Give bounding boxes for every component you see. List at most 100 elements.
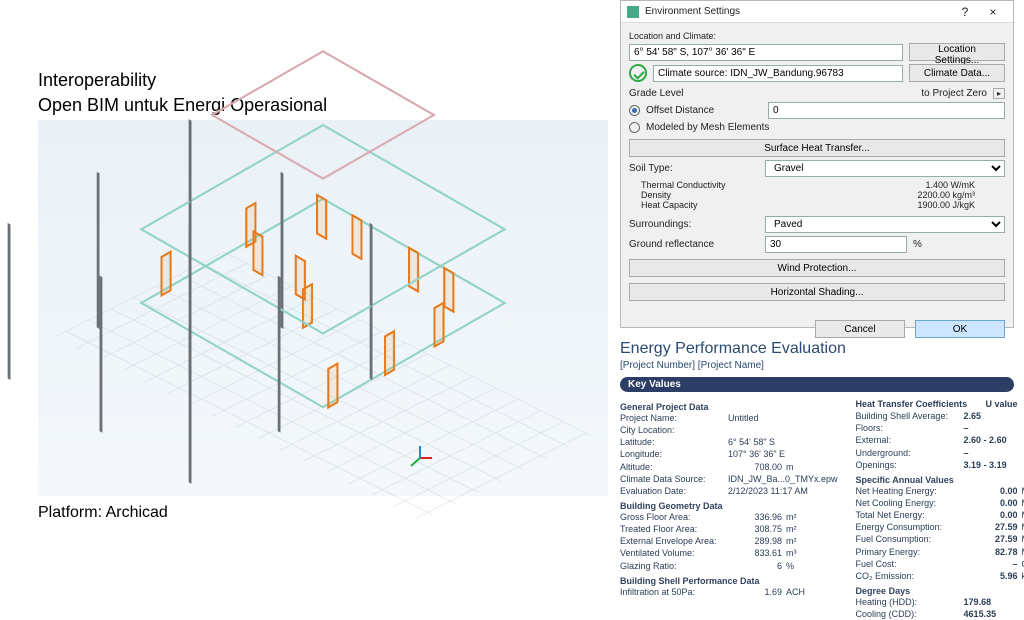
gpd-clim-v: IDN_JW_Ba...0_TMYx.epw [728,473,838,485]
bgd-env-k: External Envelope Area: [620,535,738,547]
htc-header: Heat Transfer Coefficients [856,398,986,410]
gpd-lon-k: Longitude: [620,448,728,460]
status-ok-icon [629,64,647,82]
gpd-name-k: Project Name: [620,412,728,424]
gpd-lat-v: 6° 54' 58" S [728,436,786,448]
platform-label: Platform: Archicad [38,504,168,522]
grade-level-target: to Project Zero [921,88,987,99]
gpd-city-v [728,424,786,436]
gpd-alt-k: Altitude: [620,461,738,473]
offset-distance-label: Offset Distance [646,105,762,116]
sav-cost-v: – [974,558,1018,570]
offset-distance-radio[interactable] [629,105,640,116]
bgd-vol-k: Ventilated Volume: [620,547,738,559]
thermal-cond-value: 1.400 W/mK [769,180,1005,190]
gpd-name-v: Untitled [728,412,786,424]
sav-cost-u: GBP/m²a [1018,558,1024,570]
sav-unit5: MJ/m²a [1018,533,1024,545]
htc-uval-h: U value [986,398,1024,410]
climate-source-display [653,65,903,82]
model-viewport[interactable] [38,120,608,496]
gpd-city-k: City Location: [620,424,728,436]
sav-unit: MJ/m²a [1018,485,1024,497]
bgd-env-v: 289.98 [738,535,782,547]
surface-heat-transfer-button[interactable]: Surface Heat Transfer... [629,139,1005,157]
gpd-clim-k: Climate Data Source: [620,473,728,485]
dialog-title: Environment Settings [645,6,740,17]
htc-und-k: Underground: [856,447,964,459]
dd-cdd-k: Cooling (CDD): [856,608,964,620]
htc-avg-v: 2.65 [964,410,1022,422]
density-value: 2200.00 kg/m³ [769,190,1005,200]
bgd-env-u: m² [782,535,838,547]
sav-nhe-v: 0.00 [974,485,1018,497]
surroundings-select[interactable]: Paved [765,216,1005,233]
report-title: Energy Performance Evaluation [620,340,1014,358]
coordinates-input[interactable] [629,44,903,61]
sav-nce-k: Net Cooling Energy: [856,497,974,509]
heat-capacity-label: Heat Capacity [629,200,769,210]
gpd-eval-k: Evaluation Date: [620,485,728,497]
grade-level-label: Grade Level [629,88,759,99]
htc-flr-k: Floors: [856,422,964,434]
ground-reflectance-input[interactable] [765,236,907,253]
bgd-tfa-u: m² [782,523,838,535]
heat-capacity-value: 1900.00 J/kgK [769,200,1005,210]
gpd-alt-u: m [782,461,838,473]
htc-opn-k: Openings: [856,459,964,471]
app-icon [627,6,639,18]
dd-hdd-k: Heating (HDD): [856,596,964,608]
ground-reflectance-label: Ground reflectance [629,239,759,250]
offset-distance-input[interactable] [768,102,1005,119]
chevron-right-icon[interactable]: ▸ [993,88,1005,99]
bgd-tfa-k: Treated Floor Area: [620,523,738,535]
wind-protection-button[interactable]: Wind Protection... [629,259,1005,277]
energy-report: Energy Performance Evaluation [Project N… [620,340,1014,576]
ok-button[interactable]: OK [915,320,1005,338]
sav-fc-k: Fuel Consumption: [856,533,974,545]
close-button[interactable]: × [979,2,1007,22]
dd-cdd-v: 4615.35 [964,608,1022,620]
htc-avg-k: Building Shell Average: [856,410,964,422]
sav-nce-v: 0.00 [974,497,1018,509]
gpd-lon-v: 107° 36' 36" E [728,448,786,460]
dd-hdd-v: 179.68 [964,596,1022,608]
bsp-inf-u: ACH [782,586,838,598]
bgd-glz-v: 6 [738,560,782,572]
bsp-header: Building Shell Performance Data [620,576,838,586]
modeled-by-mesh-radio[interactable] [629,122,640,133]
soil-type-label: Soil Type: [629,163,759,174]
thermal-cond-label: Thermal Conductivity [629,180,769,190]
bgd-tfa-v: 308.75 [738,523,782,535]
htc-opn-v: 3.19 - 3.19 [964,459,1022,471]
reflectance-unit: % [913,239,922,250]
location-section-label: Location and Climate: [629,31,1005,41]
density-label: Density [629,190,769,200]
htc-ext-k: External: [856,434,964,446]
location-settings-button[interactable]: Location Settings... [909,43,1005,61]
cancel-button[interactable]: Cancel [815,320,905,338]
gpd-lat-k: Latitude: [620,436,728,448]
bgd-glz-k: Glazing Ratio: [620,560,738,572]
bsp-inf-v: 1.69 [738,586,782,598]
bgd-vol-u: m³ [782,547,838,559]
htc-ext-v: 2.60 - 2.60 [964,434,1022,446]
help-button[interactable]: ? [951,2,979,22]
sav-unit6: MJ/m²a [1018,546,1024,558]
bgd-glz-u: % [782,560,838,572]
sav-pe-v: 82.78 [974,546,1018,558]
horizontal-shading-button[interactable]: Horizontal Shading... [629,283,1005,301]
sav-nhe-k: Net Heating Energy: [856,485,974,497]
sav-cost-k: Fuel Cost: [856,558,974,570]
bgd-gfa-k: Gross Floor Area: [620,511,738,523]
climate-data-button[interactable]: Climate Data... [909,64,1005,82]
surroundings-label: Surroundings: [629,219,759,230]
sav-header: Specific Annual Values [856,475,1024,485]
soil-type-select[interactable]: Gravel [765,160,1005,177]
htc-und-v: – [964,447,1022,459]
sav-unit4: MJ/m²a [1018,521,1024,533]
bgd-vol-v: 833.61 [738,547,782,559]
sav-tne-k: Total Net Energy: [856,509,974,521]
report-project: [Project Number] [Project Name] [620,360,1014,371]
bgd-gfa-v: 336.96 [738,511,782,523]
